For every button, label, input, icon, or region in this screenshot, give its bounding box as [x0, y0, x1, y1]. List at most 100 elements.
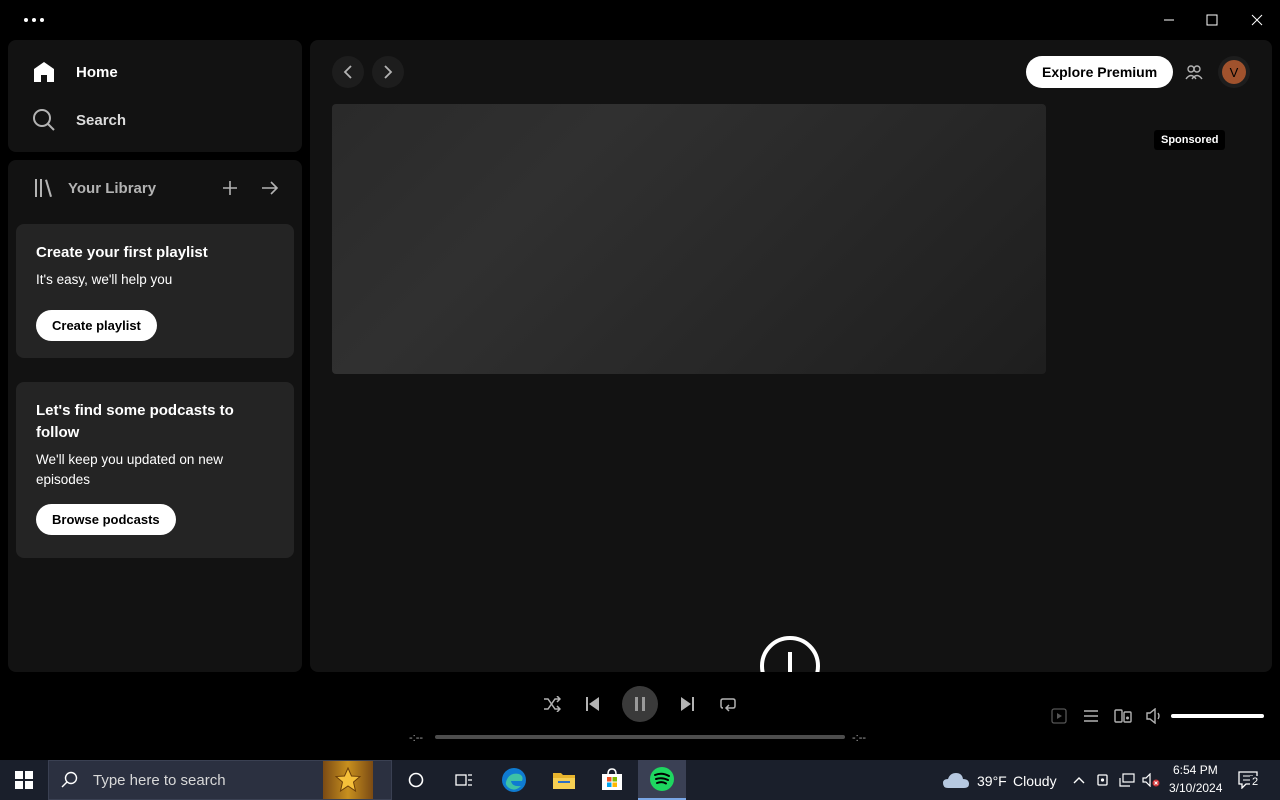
now-playing-icon	[1051, 708, 1067, 724]
taskbar-store[interactable]	[588, 760, 636, 800]
network-button[interactable]	[1116, 760, 1138, 800]
cloud-icon	[943, 773, 969, 788]
clock-date[interactable]: 3/10/2024	[1169, 781, 1222, 795]
show-hidden-icons-button[interactable]	[1068, 760, 1090, 800]
maximize-button[interactable]	[1189, 0, 1235, 40]
shuffle-icon	[544, 696, 561, 712]
browse-podcasts-button[interactable]: Browse podcasts	[36, 504, 176, 535]
back-button[interactable]	[332, 56, 364, 88]
cortana-button[interactable]	[392, 760, 440, 800]
loading-icon	[760, 636, 820, 672]
search-placeholder: Type here to search	[93, 771, 226, 789]
library-icon	[35, 179, 52, 197]
next-button[interactable]	[674, 690, 702, 718]
devices-icon	[1114, 709, 1132, 723]
folder-icon	[553, 773, 575, 789]
home-icon	[34, 62, 54, 82]
sponsored-badge: Sponsored	[1154, 130, 1226, 150]
queue-button[interactable]	[1077, 702, 1105, 730]
duration-time: -:--	[852, 732, 867, 744]
search-icon	[33, 109, 55, 131]
avatar: V	[1222, 60, 1246, 84]
action-center-button[interactable]: 2	[1230, 760, 1266, 800]
taskbar: Type here to search 39°F Cloudy 6:54 PM …	[0, 760, 1280, 800]
windows-icon	[15, 771, 33, 789]
repeat-button[interactable]	[714, 690, 742, 718]
minimize-button[interactable]	[1146, 0, 1192, 40]
nav-home-label: Home	[76, 63, 118, 81]
maximize-icon	[1206, 14, 1218, 26]
volume-tray-button[interactable]	[1140, 760, 1162, 800]
forward-button[interactable]	[372, 56, 404, 88]
cortana-icon	[408, 772, 424, 788]
previous-button[interactable]	[578, 690, 606, 718]
clock-time[interactable]: 6:54 PM	[1173, 763, 1218, 777]
connect-device-button[interactable]	[1109, 702, 1137, 730]
meet-now-button[interactable]	[1092, 760, 1114, 800]
minimize-icon	[1164, 19, 1174, 21]
friends-icon	[1185, 65, 1203, 80]
app-menu-button[interactable]	[24, 10, 48, 30]
task-view-icon	[455, 774, 472, 786]
explore-premium-button[interactable]: Explore Premium	[1026, 56, 1174, 88]
weather-temp[interactable]: 39°F	[977, 773, 1007, 789]
close-icon	[1251, 14, 1263, 26]
previous-icon	[586, 697, 599, 711]
queue-icon	[1084, 710, 1098, 722]
shuffle-button[interactable]	[538, 690, 566, 718]
task-view-button[interactable]	[440, 760, 488, 800]
nav-search[interactable]: Search	[32, 104, 126, 136]
chevron-left-icon	[343, 65, 352, 79]
edge-icon	[502, 768, 526, 792]
network-icon	[1119, 773, 1135, 787]
card-title: Create your first playlist	[36, 244, 208, 261]
play-pause-button[interactable]	[622, 686, 658, 722]
arrow-right-icon	[262, 181, 279, 195]
card-text: We'll keep you updated on new episodes	[36, 452, 223, 487]
close-button[interactable]	[1234, 0, 1280, 40]
taskbar-file-explorer[interactable]	[540, 760, 588, 800]
pause-icon	[635, 697, 645, 711]
chevron-right-icon	[384, 65, 393, 79]
ad-banner[interactable]	[332, 104, 1046, 374]
taskbar-search[interactable]: Type here to search	[48, 760, 392, 800]
camera-icon	[1097, 774, 1108, 786]
nav-home[interactable]: Home	[32, 56, 118, 88]
weather-desc[interactable]: Cloudy	[1013, 773, 1057, 789]
friend-activity-button[interactable]	[1178, 56, 1210, 88]
volume-icon	[1146, 708, 1160, 724]
title-bar	[0, 0, 1280, 40]
nav-panel: Home Search	[8, 40, 302, 152]
spotify-icon	[650, 767, 674, 791]
taskbar-edge[interactable]	[490, 760, 538, 800]
card-text: It's easy, we'll help you	[36, 272, 173, 287]
now-playing-view-button[interactable]	[1045, 702, 1073, 730]
search-icon	[61, 771, 78, 788]
search-highlight-image[interactable]	[323, 761, 373, 799]
taskbar-spotify[interactable]	[638, 760, 686, 800]
expand-library-button[interactable]	[258, 176, 282, 200]
store-icon	[602, 768, 622, 790]
start-button[interactable]	[0, 760, 48, 800]
main-panel: Explore Premium V Sponsored	[310, 40, 1272, 672]
library-title: Your Library	[68, 179, 157, 197]
podcasts-card: Let's find some podcasts to follow We'll…	[16, 382, 294, 558]
card-title: Let's find some podcasts to follow	[36, 402, 234, 441]
nav-search-label: Search	[76, 111, 127, 129]
notification-count: 2	[1250, 776, 1261, 788]
next-icon	[681, 697, 694, 711]
volume-slider[interactable]	[1171, 714, 1264, 718]
progress-bar[interactable]	[435, 735, 845, 739]
repeat-icon	[720, 698, 736, 712]
profile-button[interactable]: V	[1218, 56, 1250, 88]
create-playlist-button[interactable]: Create playlist	[36, 310, 157, 341]
create-playlist-plus-button[interactable]	[218, 176, 242, 200]
player-bar: -:-- -:--	[0, 672, 1280, 760]
plus-icon	[223, 181, 237, 195]
library-header[interactable]: Your Library	[32, 176, 156, 200]
chevron-up-icon	[1073, 777, 1085, 784]
mute-button[interactable]	[1141, 702, 1169, 730]
library-panel: Your Library Create your first playlist …	[8, 160, 302, 672]
speaker-muted-icon	[1142, 773, 1160, 787]
star-icon	[334, 766, 362, 793]
